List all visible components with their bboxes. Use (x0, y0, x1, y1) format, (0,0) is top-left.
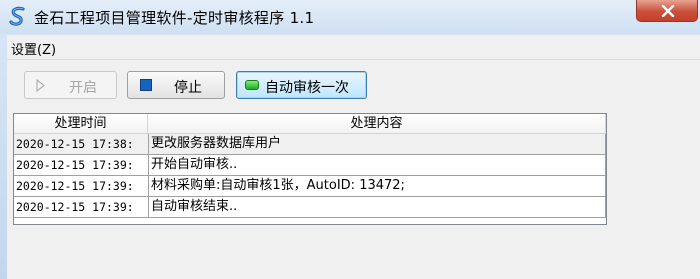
table-row[interactable]: 2020-12-15 17:39: 自动审核结束.. (14, 197, 606, 218)
menu-divider (7, 59, 700, 60)
column-header-content[interactable]: 处理内容 (148, 114, 606, 134)
row-time: 2020-12-15 17:39: (14, 197, 149, 218)
close-button[interactable] (636, 0, 698, 22)
table-row[interactable]: 2020-12-15 17:39: 材料采购单:自动审核1张，AutoID: 1… (14, 176, 606, 197)
table-row[interactable]: 2020-12-15 17:39: 开始自动审核.. (14, 155, 606, 176)
green-led-icon (245, 80, 259, 90)
audit-once-button-label: 自动审核一次 (265, 80, 349, 96)
start-button-label: 开启 (69, 80, 97, 96)
table-row[interactable]: 2020-12-15 17:38: 更改服务器数据库用户 (14, 134, 606, 155)
audit-once-button[interactable]: 自动审核一次 (236, 71, 367, 99)
stop-square-icon (140, 79, 152, 91)
row-time: 2020-12-15 17:39: (14, 176, 149, 197)
row-message: 材料采购单:自动审核1张，AutoID: 13472; (149, 176, 606, 197)
column-header-time[interactable]: 处理时间 (14, 114, 148, 134)
log-table[interactable]: 处理时间 处理内容 2020-12-15 17:38: 更改服务器数据库用户 2… (13, 113, 607, 225)
row-message: 开始自动审核.. (149, 155, 606, 176)
stop-button-label: 停止 (174, 80, 202, 96)
close-icon (661, 5, 675, 17)
play-icon (36, 79, 45, 92)
client-area: 设置(Z) 开启 停止 自动审核一次 处理时间 处理内容 2020-12-15 … (7, 35, 700, 279)
start-button[interactable]: 开启 (24, 71, 117, 99)
app-s-logo-icon (9, 6, 25, 26)
menu-settings[interactable]: 设置(Z) (11, 39, 56, 58)
app-window: 金石工程项目管理软件-定时审核程序 1.1 设置(Z) 开启 停止 自动审核一次 (0, 0, 700, 279)
row-time: 2020-12-15 17:39: (14, 155, 149, 176)
row-message: 更改服务器数据库用户 (149, 134, 606, 155)
title-bar[interactable]: 金石工程项目管理软件-定时审核程序 1.1 (0, 0, 700, 34)
stop-button[interactable]: 停止 (127, 71, 225, 99)
row-time: 2020-12-15 17:38: (14, 134, 149, 155)
window-title: 金石工程项目管理软件-定时审核程序 1.1 (34, 9, 315, 27)
row-message: 自动审核结束.. (149, 197, 606, 218)
menu-bar: 设置(Z) (7, 35, 700, 59)
